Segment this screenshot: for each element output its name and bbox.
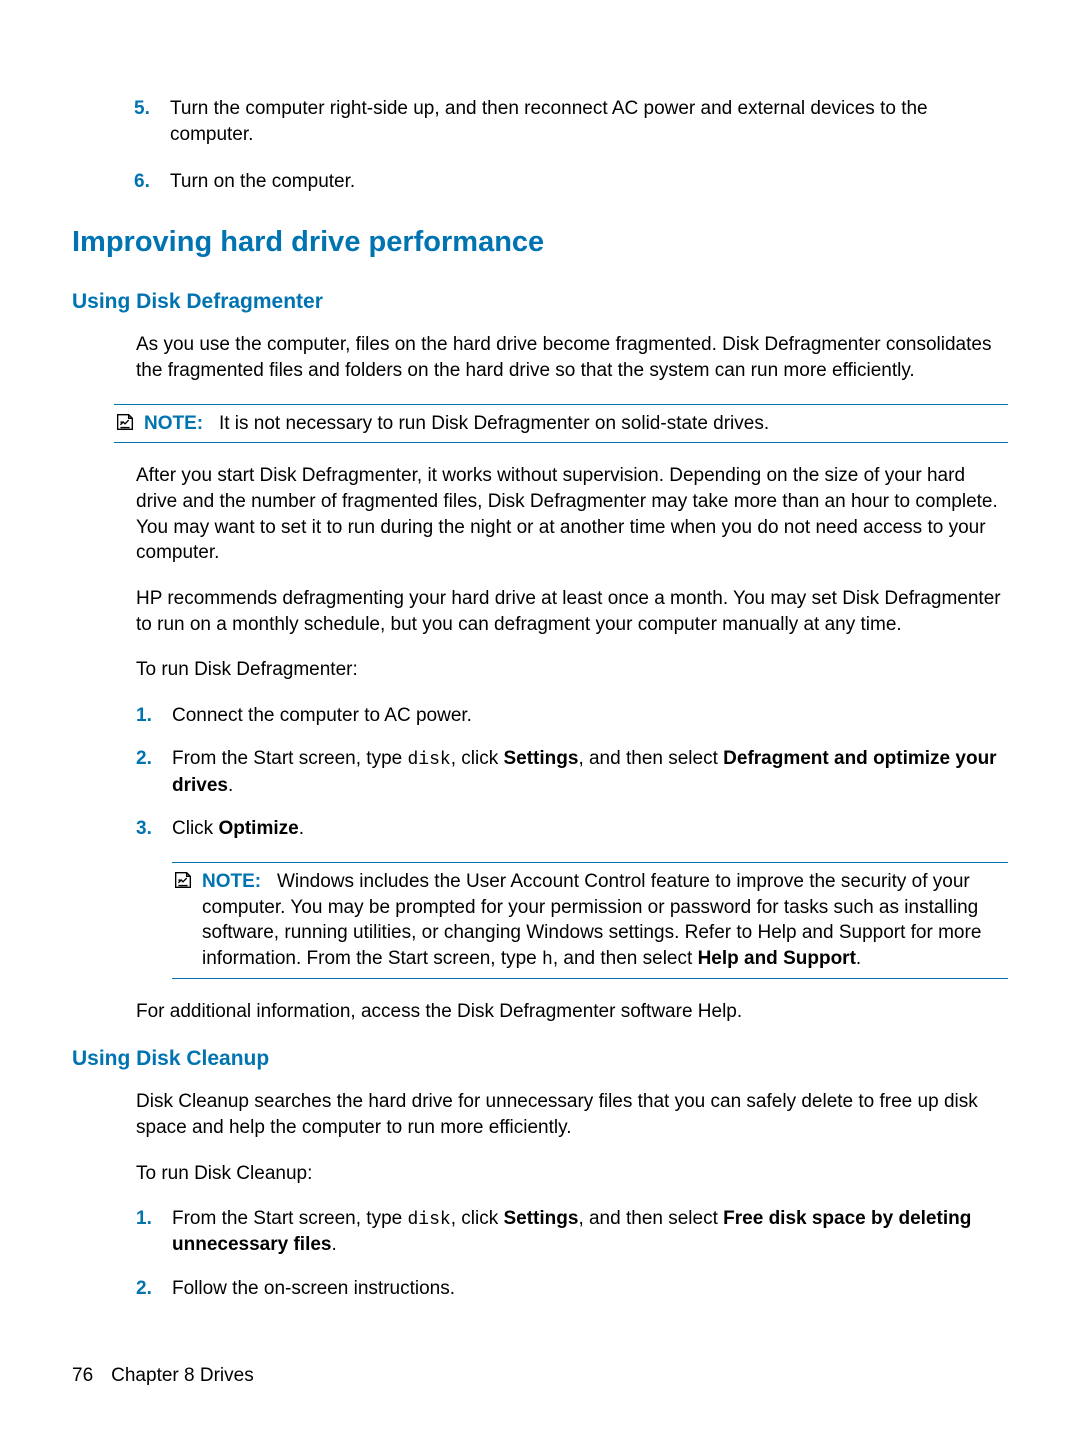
step-text: Connect the computer to AC power. <box>172 705 472 726</box>
step-number: 3. <box>136 816 152 842</box>
note-box: NOTE: It is not necessary to run Disk De… <box>114 404 1008 444</box>
continued-steps-list: 5. Turn the computer right-side up, and … <box>170 96 1008 195</box>
note-box: NOTE: Windows includes the User Account … <box>172 862 1008 979</box>
step-text: Turn the computer right-side up, and the… <box>170 98 928 145</box>
note-body: It is not necessary to run Disk Defragme… <box>219 413 769 434</box>
step-text: From the Start screen, type disk, click … <box>172 1208 971 1255</box>
list-item: 2. Follow the on-screen instructions. <box>172 1276 1008 1302</box>
paragraph: Disk Cleanup searches the hard drive for… <box>136 1089 1008 1140</box>
step-number: 2. <box>136 746 152 772</box>
step-text: Turn on the computer. <box>170 171 355 192</box>
step-number: 5. <box>134 96 150 122</box>
defrag-steps-list: 1. Connect the computer to AC power. 2. … <box>172 703 1008 842</box>
defrag-intro-block: As you use the computer, files on the ha… <box>136 332 1008 383</box>
paragraph: To run Disk Defragmenter: <box>136 657 1008 683</box>
list-item: 3. Click Optimize. <box>172 816 1008 842</box>
note-body: Windows includes the User Account Contro… <box>202 871 981 969</box>
page-number: 76 <box>72 1363 93 1389</box>
note-label: NOTE: <box>202 871 261 892</box>
paragraph: For additional information, access the D… <box>136 999 1008 1025</box>
note-label: NOTE: <box>144 413 203 434</box>
list-item: 5. Turn the computer right-side up, and … <box>170 96 1008 147</box>
note-text: NOTE: It is not necessary to run Disk De… <box>144 411 1008 437</box>
step-text: Follow the on-screen instructions. <box>172 1278 455 1299</box>
note-text: NOTE: Windows includes the User Account … <box>202 869 1008 972</box>
step-number: 6. <box>134 169 150 195</box>
list-item: 2. From the Start screen, type disk, cli… <box>172 746 1008 798</box>
step-text: Click Optimize. <box>172 818 304 839</box>
step-text: From the Start screen, type disk, click … <box>172 748 997 795</box>
paragraph: As you use the computer, files on the ha… <box>136 332 1008 383</box>
heading-disk-cleanup: Using Disk Cleanup <box>72 1045 1008 1073</box>
chapter-label: Chapter 8 Drives <box>111 1363 254 1389</box>
paragraph: To run Disk Cleanup: <box>136 1161 1008 1187</box>
code-text: disk <box>407 1210 450 1230</box>
heading-improving-performance: Improving hard drive performance <box>72 223 1008 262</box>
heading-disk-defragmenter: Using Disk Defragmenter <box>72 288 1008 316</box>
list-item: 1. Connect the computer to AC power. <box>172 703 1008 729</box>
cleanup-steps-list: 1. From the Start screen, type disk, cli… <box>172 1206 1008 1302</box>
step-number: 1. <box>136 1206 152 1232</box>
cleanup-body-block: Disk Cleanup searches the hard drive for… <box>136 1089 1008 1302</box>
paragraph: HP recommends defragmenting your hard dr… <box>136 586 1008 637</box>
page-content: 5. Turn the computer right-side up, and … <box>72 96 1008 1302</box>
page-footer: 76 Chapter 8 Drives <box>72 1363 254 1389</box>
paragraph: After you start Disk Defragmenter, it wo… <box>136 463 1008 566</box>
step-number: 1. <box>136 703 152 729</box>
note-icon <box>114 411 136 441</box>
step-number: 2. <box>136 1276 152 1302</box>
code-text: h <box>542 950 553 970</box>
code-text: disk <box>407 750 450 770</box>
list-item: 1. From the Start screen, type disk, cli… <box>172 1206 1008 1258</box>
note-icon <box>172 869 194 899</box>
list-item: 6. Turn on the computer. <box>170 169 1008 195</box>
defrag-body-block: After you start Disk Defragmenter, it wo… <box>136 463 1008 1025</box>
